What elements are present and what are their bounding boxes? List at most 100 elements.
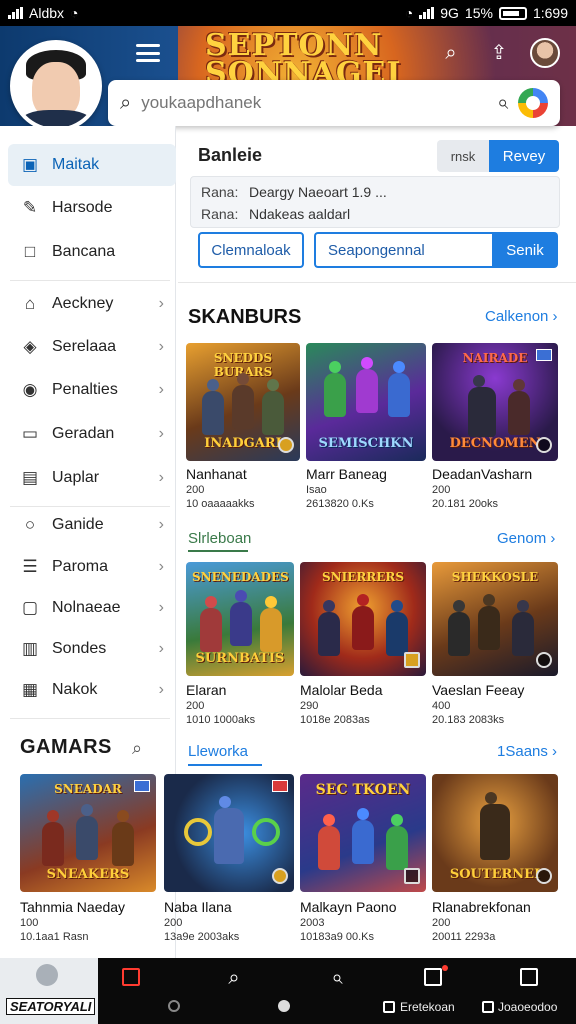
checkbox-icon[interactable] [383, 1001, 395, 1013]
game-meta: Isao 2613820 0.Ks [306, 484, 374, 510]
chevron-right-icon: › [158, 469, 164, 486]
section-link[interactable]: 1Saans › [497, 743, 557, 760]
game-thumbnail[interactable]: SNEADAR SNEAKERS [20, 774, 156, 892]
game-meta: 290 1018e 2083as [300, 700, 370, 726]
tag-icon: ◈ [23, 337, 37, 356]
game-title[interactable]: Nanhanat [186, 466, 247, 482]
chevron-right-icon: › [158, 599, 164, 616]
status-bar: Aldbx ◔ ◔ 9G 15% 1:699 [0, 0, 576, 26]
cart-icon: ▤ [21, 468, 39, 487]
sidebar-item-label: Maitak [52, 156, 100, 173]
sidebar-item-label: Geradan [52, 425, 115, 442]
sidebar-item-label: Penalties [52, 381, 118, 398]
sidebar-search-icon[interactable]: ⌕ [132, 738, 142, 759]
chevron-right-icon: › [158, 516, 164, 533]
game-meta: 200 10 oaaaaakks [186, 484, 255, 510]
sidebar-divider [10, 718, 170, 719]
download-button[interactable]: Clemnaloak [198, 232, 304, 268]
sidebar-item-paroma[interactable]: ☰ Paroma › [0, 546, 176, 588]
signal-icon [8, 7, 23, 19]
home-tab[interactable]: SEATORYALI [0, 958, 98, 1024]
game-title[interactable]: Malkayn Paono [300, 899, 397, 915]
edit-icon: ✎ [22, 198, 38, 217]
game-meta: 200 13a9e 2003aks [164, 917, 240, 943]
chevron-right-icon: › [158, 681, 164, 698]
signal-icon-right [419, 7, 435, 19]
square-icon[interactable] [122, 968, 140, 986]
upload-icon[interactable]: ⇪ [486, 40, 512, 66]
assistant-icon[interactable] [518, 88, 548, 118]
review-button[interactable]: Revey [489, 140, 559, 172]
sidebar-item-sondes[interactable]: ▥ Sondes › [0, 628, 176, 670]
network-label: 9G [440, 5, 459, 21]
key-icon[interactable]: ⌕ [325, 966, 349, 990]
chevron-right-icon: › [158, 558, 164, 575]
game-title[interactable]: Elaran [186, 682, 226, 698]
game-thumbnail[interactable]: SNIERRERS [300, 562, 426, 676]
sidebar-item-ganide[interactable]: ○ Ganide › [0, 504, 176, 546]
sidebar-item-label: Sondes [52, 640, 107, 657]
chevron-right-icon: › [158, 338, 164, 355]
sidebar-item-uaplar[interactable]: ▤ Uaplar › [0, 457, 176, 499]
cancel-button[interactable]: rnsk [437, 140, 489, 172]
panel-search-input[interactable] [314, 232, 494, 268]
section-subtitle: Slrleboan [188, 530, 252, 547]
bottom-label[interactable]: Joaoeodoo [498, 1000, 557, 1014]
inbox-icon[interactable] [424, 968, 442, 986]
panel-search-button[interactable]: Senik [492, 232, 558, 268]
game-thumbnail[interactable]: NAIRADE DECNOMEN [432, 343, 558, 461]
checkbox-icon[interactable] [482, 1001, 494, 1013]
game-title[interactable]: Marr Baneag [306, 466, 387, 482]
game-thumbnail[interactable]: SHEKKOSLE [432, 562, 558, 676]
game-thumbnail[interactable] [164, 774, 294, 892]
game-title[interactable]: Vaeslan Feeay [432, 682, 524, 698]
sidebar-item-maitak[interactable]: ▣ Maitak [8, 144, 176, 186]
page-icon: ▥ [21, 639, 39, 658]
file-icon: ▢ [21, 598, 39, 617]
home-icon [36, 964, 58, 986]
sidebar-item-label: Serelaaa [52, 338, 117, 355]
sidebar-item-aeckney[interactable]: ⌂ Aeckney › [0, 283, 176, 325]
game-title[interactable]: DeadanVasharn [432, 466, 532, 482]
sidebar-item-label: Nakok [52, 681, 98, 698]
game-thumbnail[interactable]: SOUTERNEI [432, 774, 558, 892]
game-title[interactable]: Rlanabrekfonan [432, 899, 531, 915]
dot-icon [168, 1000, 180, 1012]
search-icon[interactable]: ⌕ [222, 966, 246, 990]
sidebar-item-penalties[interactable]: ◉ Penalties › [0, 369, 176, 411]
sidebar-item-label: Paroma [52, 558, 109, 575]
game-thumbnail[interactable]: SEMISCHKN [306, 343, 426, 461]
game-title[interactable]: Naba Ilana [164, 899, 232, 915]
game-title[interactable]: Tahnmia Naeday [20, 899, 125, 915]
section-link[interactable]: Calkenon › [485, 308, 558, 325]
bottom-label[interactable]: Eretekoan [400, 1000, 455, 1014]
sidebar-section-title: GAMARS [20, 736, 112, 758]
game-title[interactable]: Malolar Beda [300, 682, 383, 698]
clock: 1:699 [532, 5, 568, 21]
battery-icon [498, 6, 527, 20]
info-label: Rana: [201, 184, 239, 200]
sidebar-item-bancana[interactable]: □ Bancana [0, 231, 176, 273]
game-thumbnail[interactable]: SNENEDADES SURNBATIS [186, 562, 294, 676]
game-thumbnail[interactable]: SNEDDS BURARS INADGARI [186, 343, 300, 461]
section-underline [188, 764, 262, 766]
game-meta: 200 1010 1000aks [186, 700, 256, 726]
search-input[interactable] [141, 93, 487, 113]
user-avatar-mini[interactable] [530, 38, 560, 68]
sidebar-item-geradan[interactable]: ▭ Geradan › [0, 413, 176, 455]
shield-icon: ◉ [22, 380, 38, 399]
sidebar-item-nolnaeae[interactable]: ▢ Nolnaeae › [0, 587, 176, 629]
sidebar-item-nakok[interactable]: ▦ Nakok › [0, 669, 176, 711]
menu-icon[interactable] [136, 44, 160, 62]
profile-avatar[interactable] [10, 40, 102, 132]
search-bar: ⌕ ⌕ [108, 80, 560, 126]
sidebar-item-harsode[interactable]: ✎ Harsode [0, 187, 176, 229]
magnifier-icon[interactable]: ⌕ [497, 92, 508, 115]
section-link[interactable]: Genom › [497, 530, 555, 547]
search-icon: ⌕ [120, 91, 132, 114]
search-icon-header[interactable]: ⌕ [438, 40, 464, 66]
game-thumbnail[interactable]: SEC TKOEN [300, 774, 426, 892]
sidebar-item-serelaaa[interactable]: ◈ Serelaaa › [0, 326, 176, 368]
window-icon[interactable] [520, 968, 538, 986]
game-meta: 2003 10183a9 00.Ks [300, 917, 375, 943]
